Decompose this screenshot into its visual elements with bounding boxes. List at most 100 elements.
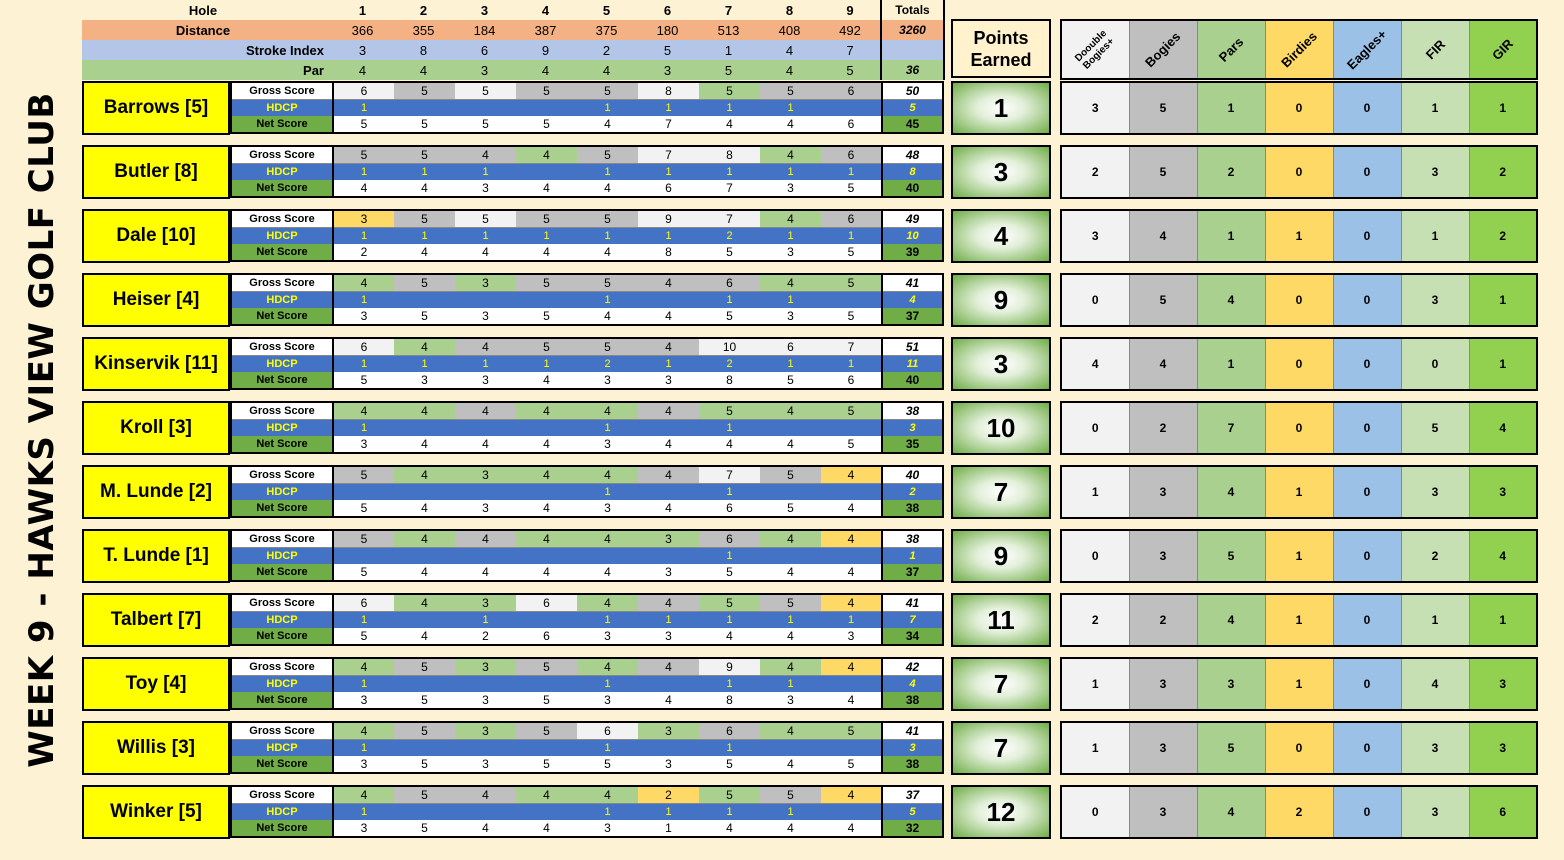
stat-bogies: 2 [1129, 594, 1198, 646]
gross-score-row: Gross Score 6 4 3 6 4 4 5 5 4 41 [231, 594, 943, 612]
hdcp-cell [638, 547, 699, 564]
gross-cell: 4 [455, 402, 516, 420]
points-earned-value: 1 [951, 81, 1051, 135]
gross-cell: 7 [638, 146, 699, 164]
row-label: Net Score [231, 564, 334, 581]
hole-cell: 3 [454, 0, 515, 20]
net-score-row: Net Score 3 4 4 4 3 4 4 4 5 35 [231, 436, 943, 453]
player-name: Dale [10] [82, 209, 230, 263]
distance-cell: 408 [759, 20, 820, 40]
net-cell: 4 [760, 628, 821, 645]
gross-total: 38 [881, 402, 943, 420]
net-cell: 4 [821, 820, 882, 837]
net-cell: 3 [760, 308, 821, 325]
player-name: Winker [5] [82, 785, 230, 839]
gross-cell: 4 [638, 466, 699, 484]
hdcp-cell [821, 675, 882, 692]
gross-total: 49 [881, 210, 943, 228]
gross-cell: 5 [699, 786, 760, 804]
par-cell: 5 [698, 60, 759, 80]
gross-cell: 4 [821, 786, 882, 804]
row-label: HDCP [231, 739, 334, 756]
hdcp-cell: 1 [699, 99, 760, 116]
hdcp-cell [394, 291, 455, 308]
net-score-row: Net Score 3 5 3 5 5 3 5 4 5 38 [231, 756, 943, 773]
player-score-table: Gross Score 5 5 4 4 5 7 8 4 6 48 HDCP 1 1 1 1 1 1 1 1 8 Net S… [230, 145, 944, 198]
hdcp-cell [638, 483, 699, 500]
hdcp-cell: 1 [333, 99, 394, 116]
net-cell: 5 [516, 308, 577, 325]
net-cell: 4 [638, 308, 699, 325]
hdcp-cell: 1 [699, 611, 760, 628]
gross-cell: 6 [577, 722, 638, 740]
gross-total: 41 [881, 274, 943, 292]
player-scorecard: Kinservik [11] Gross Score 6 4 4 5 5 4 10 6 7 51 HDC… [82, 337, 944, 391]
hdcp-cell: 1 [455, 163, 516, 180]
stat-pars: 5 [1197, 530, 1266, 582]
gross-cell: 5 [516, 658, 577, 676]
points-earned-value: 3 [951, 337, 1051, 391]
gross-score-row: Gross Score 5 4 3 4 4 4 7 5 4 40 [231, 466, 943, 484]
net-cell: 5 [333, 564, 394, 581]
hdcp-cell [821, 291, 882, 308]
net-cell: 5 [821, 436, 882, 453]
gross-cell: 6 [760, 338, 821, 356]
hdcp-row: HDCP 1 1 1 1 4 [231, 291, 943, 308]
hdcp-total: 4 [881, 675, 943, 692]
row-label: Net Score [231, 692, 334, 709]
net-cell: 4 [394, 244, 455, 261]
net-score-row: Net Score 4 4 3 4 4 6 7 3 5 40 [231, 180, 943, 197]
stroke-index-cell: 6 [454, 40, 515, 60]
hdcp-cell [516, 739, 577, 756]
gross-cell: 4 [821, 658, 882, 676]
hdcp-cell: 1 [638, 163, 699, 180]
hdcp-cell [821, 739, 882, 756]
net-cell: 4 [577, 308, 638, 325]
hdcp-cell [394, 547, 455, 564]
stat-header-pars: Pars [1197, 20, 1266, 79]
hdcp-cell: 1 [699, 739, 760, 756]
net-cell: 5 [760, 372, 821, 389]
row-label: Gross Score [231, 722, 334, 740]
distance-cell: 184 [454, 20, 515, 40]
par-total: 36 [880, 60, 945, 80]
stat-bogies: 5 [1129, 82, 1198, 134]
hdcp-row: HDCP 1 1 1 1 1 1 1 1 8 [231, 163, 943, 180]
stat-bogies: 3 [1129, 722, 1198, 774]
stat-eagles: 0 [1333, 530, 1402, 582]
gross-cell: 6 [699, 722, 760, 740]
gross-total: 40 [881, 466, 943, 484]
stat-double-bogies: 2 [1061, 146, 1130, 198]
gross-cell: 3 [455, 722, 516, 740]
net-cell: 5 [394, 692, 455, 709]
hdcp-cell: 1 [333, 803, 394, 820]
player-name: Kinservik [11] [82, 337, 230, 391]
player-scorecard: Barrows [5] Gross Score 6 5 5 5 5 8 5 5 6 50 HDCP 1 1 1… [82, 81, 944, 135]
stat-bogies: 4 [1129, 210, 1198, 262]
hdcp-cell [333, 483, 394, 500]
stat-header-double-bogies: Doouble Bogies+ [1061, 20, 1130, 79]
hdcp-cell [821, 419, 882, 436]
net-cell: 5 [760, 500, 821, 517]
net-cell: 3 [577, 500, 638, 517]
gross-cell: 5 [760, 786, 821, 804]
net-cell: 3 [333, 308, 394, 325]
row-label: Gross Score [231, 402, 334, 420]
net-cell: 1 [638, 820, 699, 837]
row-label: HDCP [231, 675, 334, 692]
hole-cell: 6 [637, 0, 698, 20]
hdcp-row: HDCP 1 1 2 [231, 483, 943, 500]
hdcp-cell [516, 803, 577, 820]
hdcp-cell: 1 [638, 227, 699, 244]
gross-cell: 4 [455, 786, 516, 804]
hdcp-cell: 1 [394, 163, 455, 180]
hdcp-row: HDCP 1 1 1 1 1 5 [231, 99, 943, 116]
gross-cell: 4 [516, 402, 577, 420]
row-label: Gross Score [231, 466, 334, 484]
gross-cell: 4 [394, 338, 455, 356]
par-cell: 4 [332, 60, 393, 80]
gross-cell: 5 [577, 338, 638, 356]
gross-cell: 4 [394, 402, 455, 420]
net-cell: 3 [455, 756, 516, 773]
par-cell: 3 [637, 60, 698, 80]
